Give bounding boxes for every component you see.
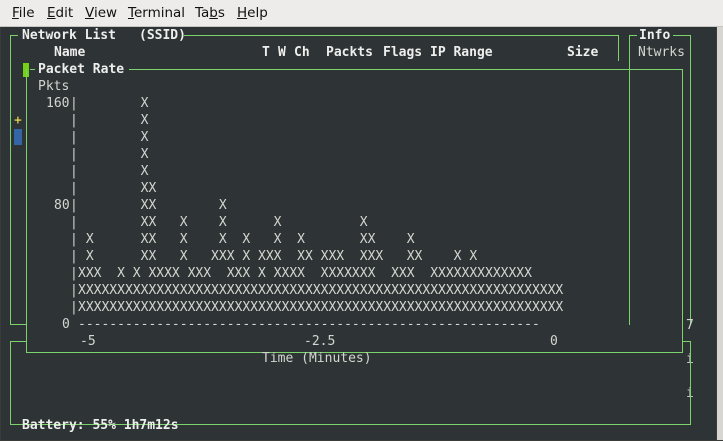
menu-terminal[interactable]: Terminal (128, 5, 185, 21)
info-networks-count: 7 (686, 318, 694, 333)
x-tick-0: 0 (550, 334, 558, 349)
plot-row: X (78, 164, 415, 179)
network-list-title: Network List (22, 28, 116, 43)
plot-row: X XX X X X X X XX X (78, 232, 415, 247)
plot-row: X (78, 147, 415, 162)
plot-row: XXXXXXXXXXXXXXXXXXXXXXXXXXXXXXXXXXXXXXXX… (78, 283, 564, 298)
plot-row: X (78, 130, 415, 145)
scroll-indicator (14, 129, 22, 145)
menu-edit[interactable]: Edit (47, 5, 73, 21)
plot-row: X (78, 96, 415, 111)
packet-rate-title: Packet Rate (38, 62, 125, 77)
packet-rate-plot: X X X X X XX XX X XX X X X X X XX X X X … (78, 95, 563, 316)
menu-view[interactable]: View (85, 5, 117, 21)
plot-row: X (78, 113, 415, 128)
y-tick-160: 160 (46, 96, 70, 111)
col-name[interactable]: Name (54, 44, 85, 61)
col-type[interactable]: T (262, 44, 270, 61)
x-axis-label: Time (Minutes) (262, 351, 372, 366)
x-tick-neg2.5: -2.5 (304, 334, 336, 349)
col-size[interactable]: Size (567, 44, 598, 61)
x-axis: ----------------------------------------… (78, 317, 540, 332)
x-tick-neg5: -5 (80, 334, 96, 349)
plot-row: X XX X XXX X XXX XX XXX XXX XX X X (78, 249, 478, 264)
menu-file[interactable]: File (12, 5, 35, 21)
plot-row: XXX X X XXXX XXX XXX X XXXX XXXXXXX XXX … (78, 266, 532, 281)
y-tick-80: 80 (54, 198, 70, 213)
plot-row: XXXXXXXXXXXXXXXXXXXXXXXXXXXXXXXXXXXXXXXX… (78, 300, 564, 315)
plot-row: XX X X X X (78, 215, 415, 230)
terminal-area[interactable]: Network List (SSID) Name T W Ch Packts F… (1, 27, 716, 440)
info-networks-label: Ntwrks (638, 45, 685, 60)
plot-row: XX X (78, 198, 415, 213)
menu-bar: File Edit View Terminal Tabs Help (0, 0, 723, 27)
col-packets[interactable]: Packts (326, 44, 373, 61)
battery-status: Battery: 55% 1h7m12s (22, 418, 179, 433)
col-wep[interactable]: W (278, 44, 286, 61)
y-unit-label: Pkts (38, 79, 70, 94)
info-title: Info (639, 28, 671, 43)
network-list-sort: (SSID) (139, 28, 186, 43)
menu-tabs[interactable]: Tabs (195, 5, 225, 21)
y-axis: | | | | | | | | | | | | | (70, 96, 78, 315)
col-channel[interactable]: Ch (294, 44, 310, 61)
plus-marker: + (14, 113, 22, 128)
menu-help[interactable]: Help (237, 5, 268, 21)
y-tick-0: 0 (62, 317, 70, 332)
plot-row: XX (78, 181, 415, 196)
col-flags[interactable]: Flags (383, 44, 422, 61)
window-scrollbar[interactable] (717, 27, 723, 440)
col-ip-range[interactable]: IP Range (430, 44, 493, 61)
